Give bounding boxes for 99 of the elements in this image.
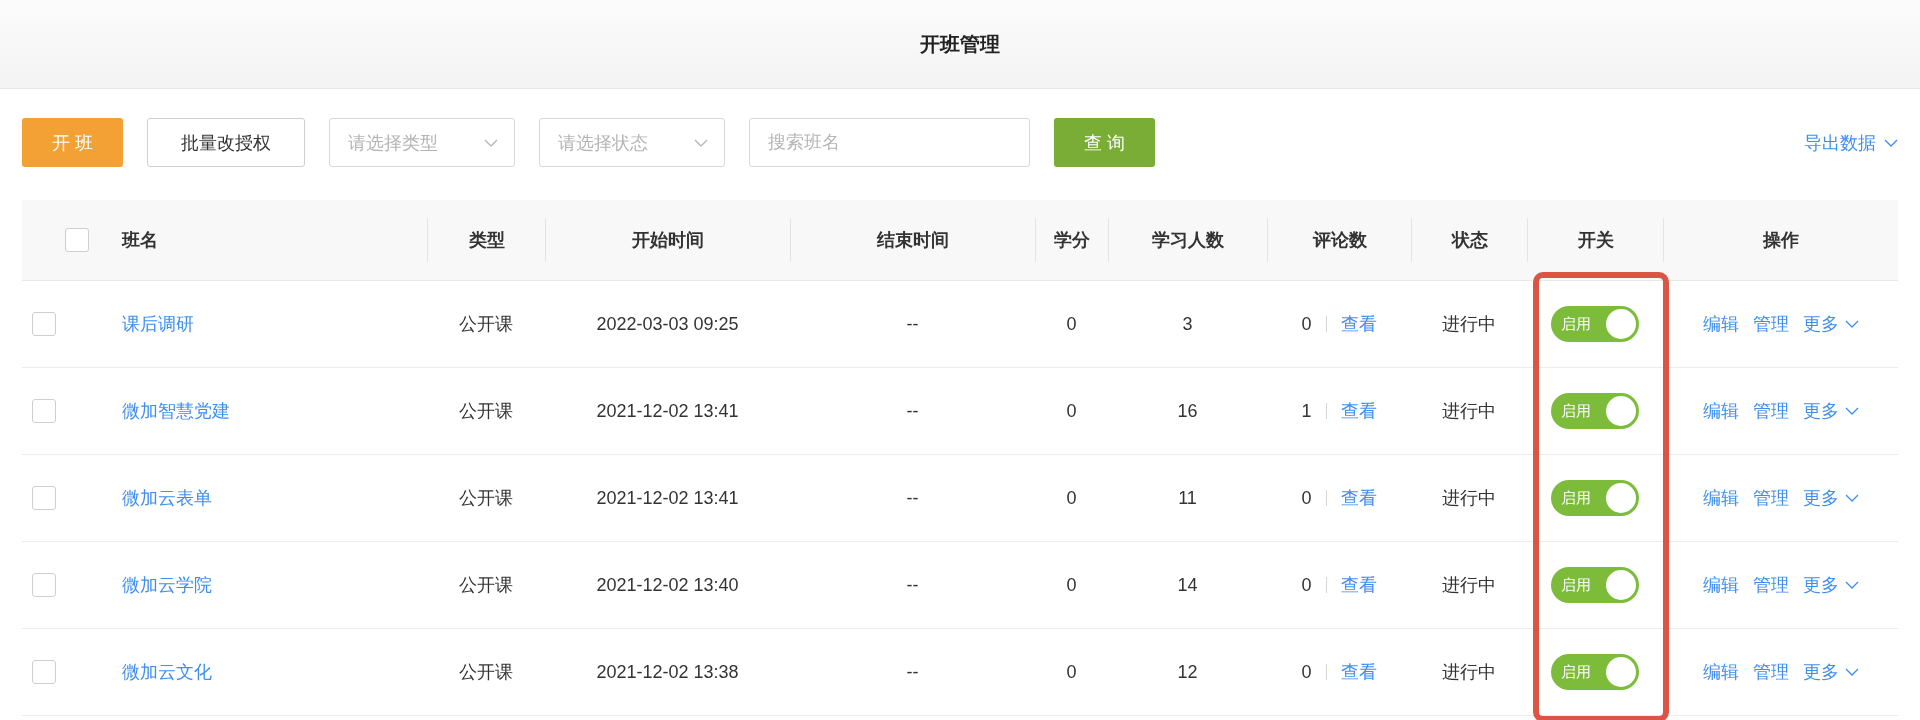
table-cell-text: 公开课: [459, 487, 513, 510]
chevron-down-icon: [484, 138, 498, 147]
table-cell-text: 公开课: [459, 574, 513, 597]
status-select[interactable]: 请选择状态: [539, 118, 725, 167]
table-cell-text: 公开课: [459, 313, 513, 336]
export-data-link[interactable]: 导出数据: [1804, 130, 1898, 155]
enable-toggle[interactable]: 启用: [1551, 654, 1639, 690]
table-cell-text: 进行中: [1442, 313, 1496, 336]
chevron-down-icon: [1844, 407, 1859, 415]
column-header: 班名: [122, 229, 158, 252]
chevron-down-icon: [1844, 581, 1859, 589]
row-checkbox[interactable]: [32, 312, 56, 336]
column-header: 状态: [1451, 229, 1488, 252]
table-cell: 0: [1066, 313, 1077, 335]
table-cell: 2021-12-02 13:38: [596, 661, 739, 683]
table-cell-text: 公开课: [459, 400, 513, 423]
row-checkbox[interactable]: [32, 573, 56, 597]
row-checkbox[interactable]: [32, 660, 56, 684]
query-button[interactable]: 查 询: [1054, 118, 1155, 167]
select-placeholder: 请选择类型: [348, 131, 438, 155]
column-header: 学分: [1054, 229, 1090, 252]
class-name-link[interactable]: 微加云表单: [122, 486, 212, 510]
action-link[interactable]: 编辑: [1702, 660, 1739, 684]
action-link[interactable]: 编辑: [1702, 399, 1739, 423]
view-link[interactable]: 查看: [1340, 312, 1377, 336]
action-link[interactable]: 更多: [1802, 573, 1859, 597]
chevron-down-icon: [1844, 668, 1859, 676]
table-cell: 14: [1177, 574, 1198, 596]
table-cell: 11: [1178, 487, 1197, 509]
action-link[interactable]: 管理: [1752, 312, 1789, 336]
table-cell: 2021-12-02 13:41: [596, 487, 739, 509]
table-cell: 3: [1182, 313, 1193, 335]
action-link[interactable]: 编辑: [1702, 486, 1739, 510]
class-name-link[interactable]: 课后调研: [122, 312, 194, 336]
column-header: 结束时间: [877, 229, 949, 252]
select-all-checkbox[interactable]: [65, 228, 89, 252]
table-cell: --: [906, 661, 919, 683]
select-placeholder: 请选择状态: [558, 131, 648, 155]
action-link[interactable]: 更多: [1802, 399, 1859, 423]
row-checkbox[interactable]: [32, 399, 56, 423]
batch-authorize-button[interactable]: 批量改授权: [147, 118, 305, 167]
enable-toggle[interactable]: 启用: [1551, 306, 1639, 342]
table-cell: 1: [1301, 400, 1312, 422]
table-cell: 0: [1301, 574, 1312, 596]
type-select[interactable]: 请选择类型: [329, 118, 515, 167]
table-cell-text: 进行中: [1442, 574, 1496, 597]
table-cell-text: 公开课: [459, 661, 513, 684]
table-cell-text: 进行中: [1442, 487, 1496, 510]
search-field[interactable]: 搜索班名: [749, 118, 1030, 167]
column-header: 开关: [1577, 229, 1614, 252]
table-cell: --: [906, 487, 919, 509]
action-link[interactable]: 编辑: [1702, 312, 1739, 336]
table-cell: 16: [1177, 400, 1198, 422]
table-cell: 0: [1301, 487, 1312, 509]
table-cell: 2021-12-02 13:40: [596, 574, 739, 596]
column-header: 学习人数: [1152, 229, 1224, 252]
chevron-down-icon: [1884, 138, 1898, 147]
class-name-link[interactable]: 微加云学院: [122, 573, 212, 597]
enable-toggle[interactable]: 启用: [1551, 567, 1639, 603]
chevron-down-icon: [694, 138, 708, 147]
view-link[interactable]: 查看: [1340, 486, 1377, 510]
table-cell: 0: [1301, 313, 1312, 335]
class-name-link[interactable]: 微加云文化: [122, 660, 212, 684]
chevron-down-icon: [1844, 320, 1859, 328]
class-name-link[interactable]: 微加智慧党建: [122, 399, 230, 423]
view-link[interactable]: 查看: [1340, 660, 1377, 684]
table-cell: 0: [1301, 661, 1312, 683]
table-cell: 0: [1066, 661, 1077, 683]
table-cell: 2022-03-03 09:25: [596, 313, 739, 335]
column-header: 类型: [468, 229, 505, 252]
column-header: 操作: [1763, 229, 1799, 252]
action-link[interactable]: 管理: [1752, 573, 1789, 597]
action-link[interactable]: 更多: [1802, 486, 1859, 510]
table-cell: 0: [1066, 574, 1077, 596]
action-link[interactable]: 更多: [1802, 660, 1859, 684]
action-link[interactable]: 更多: [1802, 312, 1859, 336]
action-link[interactable]: 管理: [1752, 399, 1789, 423]
column-header: 开始时间: [632, 229, 704, 252]
column-header: 评论数: [1312, 229, 1367, 252]
table-cell-text: 进行中: [1442, 400, 1496, 423]
table-cell: --: [906, 313, 919, 335]
enable-toggle[interactable]: 启用: [1551, 393, 1639, 429]
table-cell: --: [906, 400, 919, 422]
table-cell: 2021-12-02 13:41: [596, 400, 739, 422]
table-cell: 0: [1066, 487, 1077, 509]
page-title: 开班管理: [920, 31, 1000, 57]
view-link[interactable]: 查看: [1340, 573, 1377, 597]
chevron-down-icon: [1844, 494, 1859, 502]
table-cell: 12: [1177, 661, 1198, 683]
table-cell: 0: [1066, 400, 1077, 422]
action-link[interactable]: 管理: [1752, 660, 1789, 684]
table-cell-text: 进行中: [1442, 661, 1496, 684]
open-class-button[interactable]: 开 班: [22, 118, 123, 167]
action-link[interactable]: 管理: [1752, 486, 1789, 510]
row-checkbox[interactable]: [32, 486, 56, 510]
enable-toggle[interactable]: 启用: [1551, 480, 1639, 516]
table-cell: --: [906, 574, 919, 596]
view-link[interactable]: 查看: [1340, 399, 1377, 423]
action-link[interactable]: 编辑: [1702, 573, 1739, 597]
